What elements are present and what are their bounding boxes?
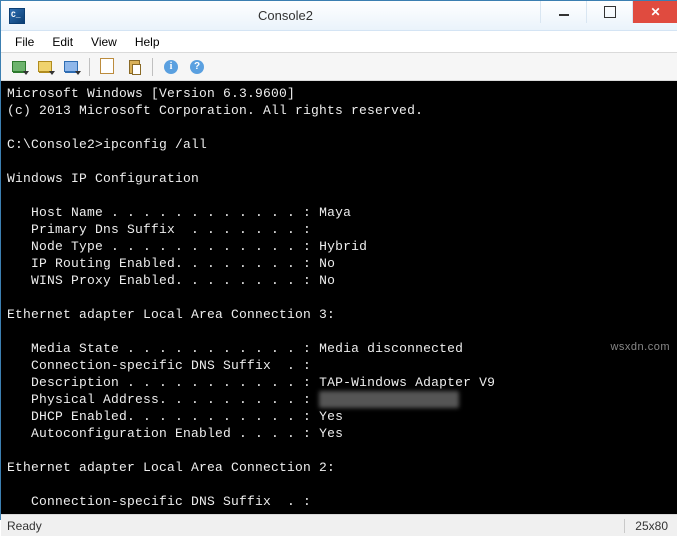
status-left: Ready xyxy=(1,519,625,533)
close-button[interactable] xyxy=(632,1,677,23)
autoconf-value: Yes xyxy=(319,426,343,441)
description-label: Description . . . . . . . . . . . : xyxy=(7,375,319,390)
paste-icon xyxy=(129,60,140,74)
help-icon: ? xyxy=(190,60,204,74)
title-bar: Console2 xyxy=(1,1,677,31)
media-state-value: Media disconnected xyxy=(319,341,463,356)
new-tab-button-2[interactable] xyxy=(33,56,57,78)
menu-file[interactable]: File xyxy=(7,33,42,51)
ip-routing-label: IP Routing Enabled. . . . . . . . : xyxy=(7,256,319,271)
menu-edit[interactable]: Edit xyxy=(44,33,81,51)
conn-suffix2-label: Connection-specific DNS Suffix . : xyxy=(7,494,311,509)
paste-button[interactable] xyxy=(122,56,146,78)
chevron-down-icon xyxy=(23,71,29,75)
dhcp-value: Yes xyxy=(319,409,343,424)
window-title: Console2 xyxy=(31,8,540,23)
info-button[interactable]: i xyxy=(159,56,183,78)
copy-icon xyxy=(102,60,114,74)
chevron-down-icon xyxy=(49,71,55,75)
toolbar-separator xyxy=(89,58,90,76)
new-tab-button-1[interactable] xyxy=(7,56,31,78)
section-heading-winip: Windows IP Configuration xyxy=(7,171,199,186)
minimize-button[interactable] xyxy=(540,1,586,23)
dns-suffix-label: Primary Dns Suffix . . . . . . . : xyxy=(7,222,311,237)
node-type-label: Node Type . . . . . . . . . . . . : xyxy=(7,239,319,254)
conn-suffix-label: Connection-specific DNS Suffix . : xyxy=(7,358,311,373)
ip-routing-value: No xyxy=(319,256,335,271)
toolbar: i ? xyxy=(1,53,677,81)
dhcp-label: DHCP Enabled. . . . . . . . . . . : xyxy=(7,409,319,424)
maximize-button[interactable] xyxy=(586,1,632,23)
autoconf-label: Autoconfiguration Enabled . . . . : xyxy=(7,426,319,441)
wins-proxy-value: No xyxy=(319,273,335,288)
menu-help[interactable]: Help xyxy=(127,33,168,51)
physical-address-label: Physical Address. . . . . . . . . : xyxy=(7,392,319,407)
help-button[interactable]: ? xyxy=(185,56,209,78)
watermark: wsxdn.com xyxy=(610,341,670,353)
status-bar: Ready 25x80 xyxy=(1,514,677,536)
app-icon xyxy=(9,8,25,24)
node-type-value: Hybrid xyxy=(319,239,367,254)
menu-view[interactable]: View xyxy=(83,33,125,51)
command-entered: ipconfig /all xyxy=(103,137,207,152)
toolbar-separator xyxy=(152,58,153,76)
copy-button[interactable] xyxy=(96,56,120,78)
prompt: C:\Console2> xyxy=(7,137,103,152)
window-controls xyxy=(540,1,677,23)
os-banner-line2: (c) 2013 Microsoft Corporation. All righ… xyxy=(7,103,423,118)
section-heading-adapter2: Ethernet adapter Local Area Connection 2… xyxy=(7,460,335,475)
status-dimensions: 25x80 xyxy=(625,519,677,533)
section-heading-adapter3: Ethernet adapter Local Area Connection 3… xyxy=(7,307,335,322)
terminal-output[interactable]: Microsoft Windows [Version 6.3.9600] (c)… xyxy=(1,81,677,514)
hostname-value: Maya xyxy=(319,205,351,220)
os-banner-line1: Microsoft Windows [Version 6.3.9600] xyxy=(7,86,295,101)
menu-bar: File Edit View Help xyxy=(1,31,677,53)
media-state-label: Media State . . . . . . . . . . . : xyxy=(7,341,319,356)
description-value: TAP-Windows Adapter V9 xyxy=(319,375,495,390)
info-icon: i xyxy=(164,60,178,74)
physical-address-value: 00-FF-AC-C9-17-C0 xyxy=(319,391,459,408)
wins-proxy-label: WINS Proxy Enabled. . . . . . . . : xyxy=(7,273,319,288)
hostname-label: Host Name . . . . . . . . . . . . : xyxy=(7,205,319,220)
chevron-down-icon xyxy=(75,71,81,75)
new-tab-button-3[interactable] xyxy=(59,56,83,78)
